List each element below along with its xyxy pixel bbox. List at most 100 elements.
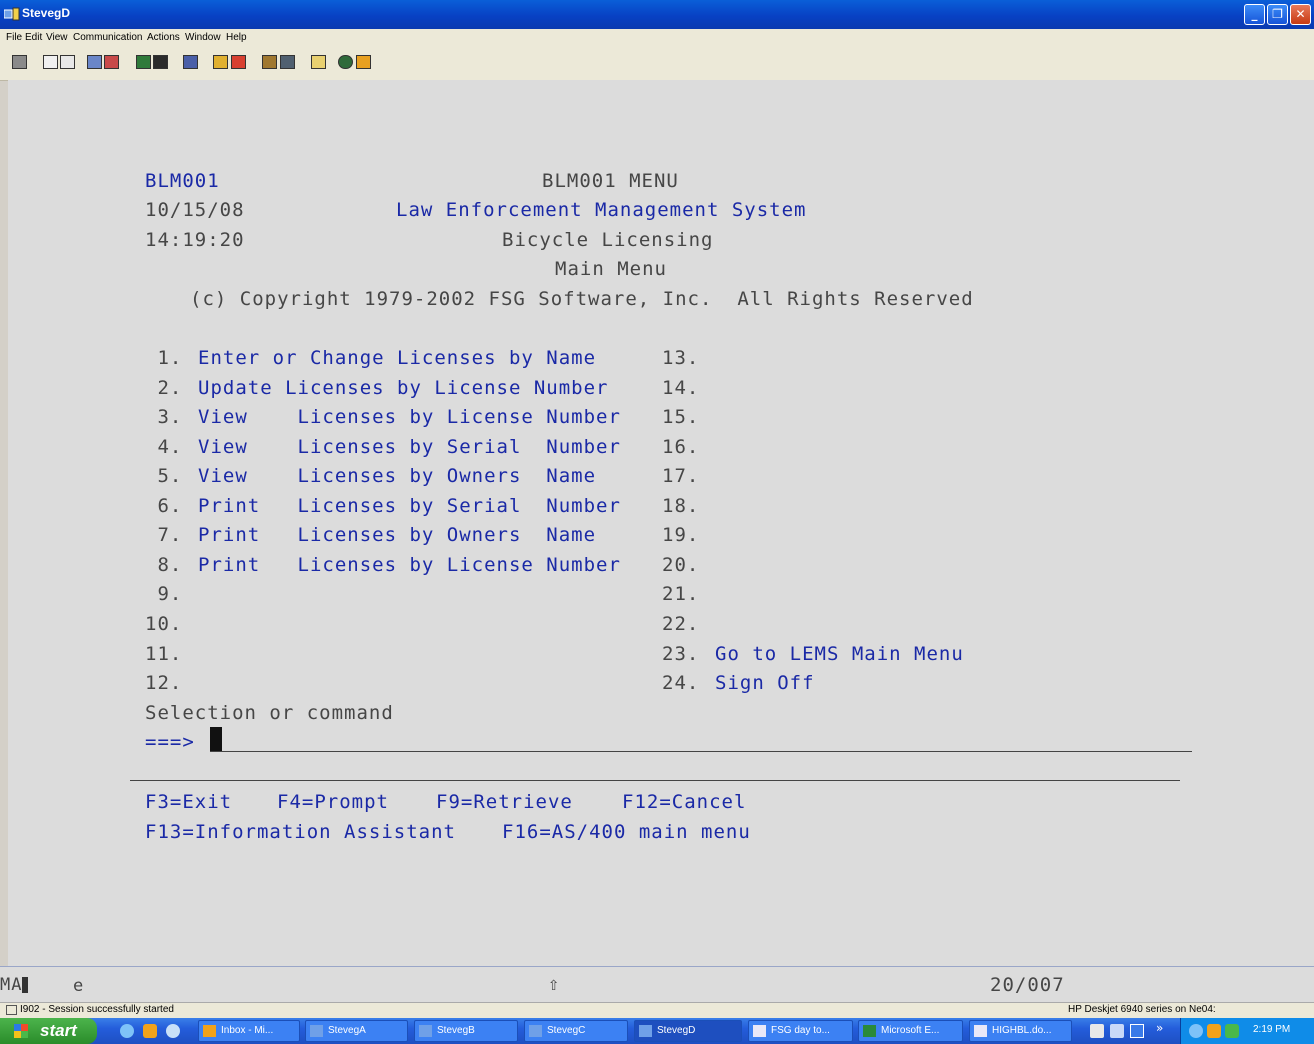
restore-button[interactable]: ❐ <box>1267 4 1288 25</box>
quicklaunch-tool-icon[interactable] <box>1090 1024 1104 1038</box>
menu-option[interactable]: Enter or Change Licenses by Name <box>198 347 596 369</box>
oia-block-icon <box>22 977 28 993</box>
oia-indicator: MA <box>0 975 23 995</box>
desktop-icon[interactable] <box>166 1024 180 1038</box>
option-number: 5. <box>145 465 183 487</box>
screen-subtitle: Bicycle Licensing <box>502 229 714 251</box>
copyright-notice: (c) Copyright 1979-2002 FSG Software, In… <box>190 288 974 310</box>
start-button[interactable]: start <box>0 1018 97 1044</box>
separator-line <box>130 780 1180 781</box>
task-steveg-d[interactable]: StevegD <box>634 1020 742 1042</box>
prompt-arrow: ===> <box>145 731 195 753</box>
option-number: 21. <box>662 583 700 605</box>
windows-logo-icon <box>14 1024 28 1038</box>
command-input-underline[interactable] <box>210 751 1192 752</box>
menu-option[interactable]: Sign Off <box>715 672 815 694</box>
close-button[interactable]: ✕ <box>1290 4 1311 25</box>
menu-communication[interactable]: Communication <box>73 32 142 43</box>
globe-icon[interactable] <box>338 55 353 69</box>
menu-option[interactable]: View Licenses by Serial Number <box>198 436 621 458</box>
quicklaunch-help-icon[interactable] <box>1130 1024 1144 1038</box>
screen-subtitle-2: Main Menu <box>555 258 667 280</box>
task-steveg-c[interactable]: StevegC <box>524 1020 628 1042</box>
menu-window[interactable]: Window <box>185 32 221 43</box>
fkey-f4[interactable]: F4=Prompt <box>277 791 389 813</box>
task-label: StevegC <box>547 1025 586 1036</box>
status-message: I902 - Session successfully started <box>20 1004 174 1015</box>
option-number: 9. <box>145 583 183 605</box>
operator-information-area: MA e ⇧ 20/007 <box>0 966 1314 1003</box>
menu-file[interactable]: File <box>6 32 22 43</box>
option-number: 22. <box>662 613 700 635</box>
task-steveg-b[interactable]: StevegB <box>414 1020 518 1042</box>
option-number: 20. <box>662 554 700 576</box>
play-macro-icon[interactable] <box>262 55 277 69</box>
task-label: FSG day to... <box>771 1025 830 1036</box>
copy-icon[interactable] <box>43 55 58 69</box>
stop-macro-icon[interactable] <box>231 55 246 69</box>
fkey-f13[interactable]: F13=Information Assistant <box>145 821 456 843</box>
option-number: 15. <box>662 406 700 428</box>
option-number: 14. <box>662 377 700 399</box>
menu-option[interactable]: Print Licenses by License Number <box>198 554 621 576</box>
prompt-label: Selection or command <box>145 702 394 724</box>
minimize-button[interactable]: _ <box>1244 4 1265 25</box>
task-label: StevegD <box>657 1025 696 1036</box>
outlook-icon <box>203 1025 216 1037</box>
customize-icon[interactable] <box>280 55 295 69</box>
option-number: 12. <box>145 672 183 694</box>
option-number: 18. <box>662 495 700 517</box>
paste-icon[interactable] <box>60 55 75 69</box>
menu-actions[interactable]: Actions <box>147 32 180 43</box>
tray-expand-icon[interactable] <box>1189 1024 1203 1038</box>
menu-option[interactable]: Update Licenses by License Number <box>198 377 609 399</box>
menu-view[interactable]: View <box>46 32 68 43</box>
fkey-f16[interactable]: F16=AS/400 main menu <box>502 821 751 843</box>
menu-help[interactable]: Help <box>226 32 247 43</box>
menu-option[interactable]: View Licenses by Owners Name <box>198 465 596 487</box>
print-screen-icon[interactable] <box>12 55 27 69</box>
fkey-f3[interactable]: F3=Exit <box>145 791 232 813</box>
option-number: 2. <box>145 377 183 399</box>
task-label: StevegA <box>328 1025 366 1036</box>
menu-option[interactable]: Print Licenses by Owners Name <box>198 524 596 546</box>
menu-option[interactable]: Go to LEMS Main Menu <box>715 643 964 665</box>
menu-option[interactable]: Print Licenses by Serial Number <box>198 495 621 517</box>
word-doc-icon <box>974 1025 987 1037</box>
menu-edit[interactable]: Edit <box>25 32 42 43</box>
macro-icon[interactable] <box>183 55 198 69</box>
fkey-f9[interactable]: F9=Retrieve <box>436 791 573 813</box>
clipboard-icon[interactable] <box>311 55 326 69</box>
display-icon[interactable] <box>136 55 151 69</box>
option-number: 7. <box>145 524 183 546</box>
task-steveg-a[interactable]: StevegA <box>305 1020 408 1042</box>
option-number: 1. <box>145 347 183 369</box>
task-highbl-doc[interactable]: HIGHBL.do... <box>969 1020 1072 1042</box>
fkey-f12[interactable]: F12=Cancel <box>622 791 746 813</box>
quicklaunch-chat-icon[interactable] <box>1110 1024 1124 1038</box>
expand-quicklaunch-icon[interactable]: » <box>1156 1021 1163 1035</box>
start-label: start <box>40 1021 77 1040</box>
keyboard-icon[interactable] <box>153 55 168 69</box>
record-macro-icon[interactable] <box>213 55 228 69</box>
task-label: Inbox - Mi... <box>221 1025 274 1036</box>
option-number: 24. <box>662 672 700 694</box>
send-file-icon[interactable] <box>87 55 102 69</box>
taskbar: start Inbox - Mi... StevegA StevegB Stev… <box>0 1018 1314 1044</box>
tray-outlook-icon[interactable] <box>1207 1024 1221 1038</box>
window-title: StevegD <box>22 6 71 20</box>
oia-mode: e <box>73 976 85 996</box>
receive-file-icon[interactable] <box>104 55 119 69</box>
task-inbox[interactable]: Inbox - Mi... <box>198 1020 300 1042</box>
option-number: 16. <box>662 436 700 458</box>
tray-network-icon[interactable] <box>1225 1024 1239 1038</box>
title-bar[interactable]: StevegD _ ❐ ✕ <box>0 0 1314 29</box>
task-fsg-doc[interactable]: FSG day to... <box>748 1020 853 1042</box>
outlook-icon[interactable] <box>143 1024 157 1038</box>
internet-explorer-icon[interactable] <box>120 1024 134 1038</box>
option-number: 3. <box>145 406 183 428</box>
help-icon[interactable] <box>356 55 371 69</box>
menu-option[interactable]: View Licenses by License Number <box>198 406 621 428</box>
task-microsoft-excel[interactable]: Microsoft E... <box>858 1020 963 1042</box>
clock[interactable]: 2:19 PM <box>1253 1024 1290 1035</box>
